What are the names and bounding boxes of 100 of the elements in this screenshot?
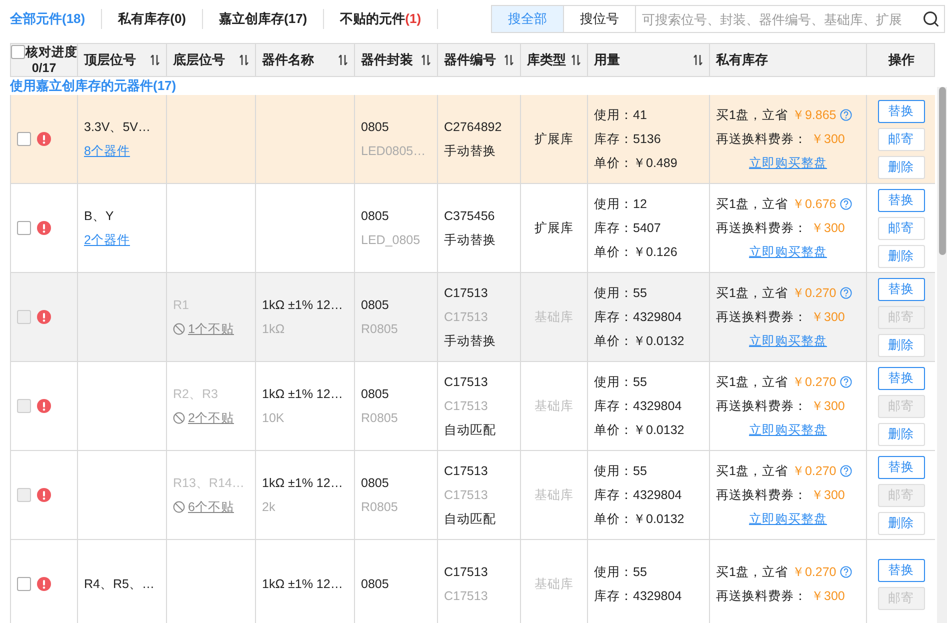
library-type: 扩展库 (534, 220, 574, 236)
sort-icon[interactable] (504, 54, 514, 66)
component-name: 1kΩ ±1% 12… (262, 297, 343, 313)
coupon-amount: ￥300 (811, 309, 845, 325)
match-type: 自动匹配 (444, 511, 496, 527)
search-mode-toggle[interactable]: 搜全部 (492, 6, 564, 32)
column-header[interactable]: 顶层位号 (78, 44, 167, 76)
error-icon (37, 132, 51, 146)
column-header[interactable]: 器件编号 (438, 44, 521, 76)
help-icon[interactable] (840, 109, 852, 121)
package-text: 0805 (361, 475, 389, 491)
usage-line: 使用：55 (594, 463, 647, 479)
coupon-amount: ￥300 (811, 588, 845, 604)
library-type: 基础库 (534, 576, 574, 592)
usage-line: 使用：55 (594, 564, 647, 580)
scrollbar[interactable] (937, 87, 947, 623)
usage-line: 库存：5136 (594, 131, 661, 147)
column-header[interactable]: 用量 (588, 44, 710, 76)
top-designator: R4、R5、… (84, 576, 154, 592)
footprint-text: R0805 (361, 410, 398, 426)
progress-label: 核对进度 (26, 44, 78, 60)
column-header[interactable]: 器件名称 (256, 44, 355, 76)
library-type: 扩展库 (534, 131, 574, 147)
bottom-designator: R13、R14… (173, 475, 244, 491)
saving-amount: ￥0.270 (792, 374, 836, 390)
search-icon[interactable] (922, 10, 940, 28)
saving-amount: ￥0.270 (792, 285, 836, 301)
component-count-link[interactable]: 8个器件 (84, 143, 130, 159)
saving-label: 买1盘，立省 (716, 285, 788, 301)
column-header[interactable]: 底层位号 (167, 44, 256, 76)
package-text: 0805 (361, 297, 389, 313)
part-number: C17513 (444, 564, 488, 580)
part-number: C17513 (444, 463, 488, 479)
usage-line: 库存：4329804 (594, 309, 682, 325)
action-button[interactable]: 邮寄 (878, 216, 924, 240)
coupon-amount: ￥300 (811, 398, 845, 414)
sort-icon[interactable] (421, 54, 431, 66)
coupon-amount: ￥300 (811, 487, 845, 503)
usage-line: 使用：12 (594, 196, 647, 212)
filter-tab[interactable]: 私有库存(0) (102, 9, 204, 29)
saving-amount: ￥0.270 (792, 564, 836, 580)
action-button[interactable]: 删除 (878, 244, 924, 268)
saving-amount: ￥9.865 (792, 107, 836, 123)
ban-icon (173, 501, 185, 513)
progress-count: 0/17 (32, 60, 56, 76)
package-text: 0805 (361, 208, 389, 224)
error-icon (37, 221, 51, 235)
sort-icon[interactable] (338, 54, 348, 66)
usage-line: 使用：55 (594, 285, 647, 301)
buy-reel-link[interactable]: 立即购买整盘 (749, 244, 827, 260)
coupon-amount: ￥300 (811, 220, 845, 236)
package-text: 0805 (361, 119, 389, 135)
original-part-number: C17513 (444, 588, 488, 604)
column-header: 私有库存 (710, 44, 867, 76)
sort-icon[interactable] (239, 54, 249, 66)
saving-label: 买1盘，立省 (716, 107, 788, 123)
sort-icon[interactable] (693, 54, 703, 66)
action-button[interactable]: 删除 (878, 156, 924, 178)
component-name: 1kΩ ±1% 12… (262, 386, 343, 402)
footprint-text: LED_0805 (361, 232, 420, 248)
search-field[interactable]: 搜全部 搜位号 可搜索位号、封装、器件编号、基础库、扩展 (491, 5, 945, 33)
filter-tab[interactable]: 全部元件(18) (10, 9, 102, 29)
checkbox[interactable] (17, 577, 31, 591)
sort-icon[interactable] (150, 54, 160, 66)
action-button[interactable]: 替换 (878, 100, 924, 122)
sort-icon[interactable] (571, 54, 581, 66)
saving-label: 买1盘，立省 (716, 564, 788, 580)
checkbox[interactable] (17, 132, 31, 146)
component-value: 10K (262, 410, 284, 426)
component-value: 1kΩ (262, 321, 285, 337)
usage-line: 单价：￥0.0132 (594, 422, 684, 438)
original-part-number: C17513 (444, 487, 488, 503)
buy-reel-link[interactable]: 立即购买整盘 (749, 155, 827, 171)
usage-line: 单价：￥0.126 (594, 244, 678, 260)
footprint-text: R0805 (361, 321, 398, 337)
coupon-label: 再送换料费券： (716, 487, 807, 503)
saving-label: 买1盘，立省 (716, 196, 788, 212)
column-header[interactable]: 库类型 (521, 44, 588, 76)
filter-tab[interactable]: 嘉立创库存(17) (203, 9, 324, 29)
coupon-amount: ￥300 (811, 131, 845, 147)
part-number: C375456 (444, 208, 495, 224)
column-header[interactable]: 器件封装 (355, 44, 438, 76)
action-button[interactable]: 替换 (878, 558, 924, 582)
action-button[interactable]: 替换 (878, 188, 924, 212)
help-icon[interactable] (840, 198, 852, 210)
checkbox[interactable] (10, 45, 24, 59)
part-number: C17513 (444, 374, 488, 390)
component-count-link[interactable]: 2个器件 (84, 232, 130, 248)
original-part-number: C17513 (444, 398, 488, 414)
help-icon[interactable] (840, 566, 852, 578)
original-part-number: C17513 (444, 309, 488, 325)
coupon-label: 再送换料费券： (716, 220, 807, 236)
checkbox[interactable] (17, 221, 31, 235)
filter-tab[interactable]: 不贴的元件(1) (324, 9, 438, 29)
library-type: 基础库 (534, 487, 574, 503)
coupon-label: 再送换料费券： (716, 131, 807, 147)
usage-line: 使用：55 (594, 374, 647, 390)
ban-icon (173, 412, 185, 424)
column-header: 操作 (887, 51, 916, 69)
action-button[interactable]: 邮寄 (878, 128, 924, 150)
